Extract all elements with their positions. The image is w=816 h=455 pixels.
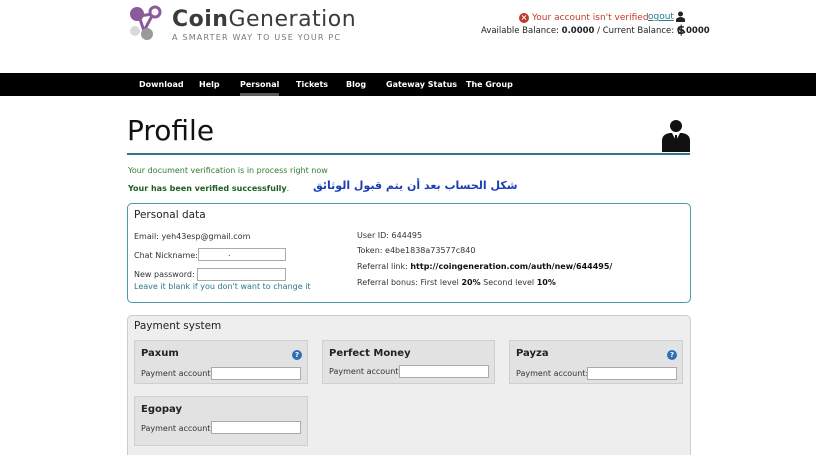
logo-mark-icon	[130, 5, 162, 40]
balance-summary: Available Balance: 0.0000 / Current Bala…	[481, 26, 710, 36]
available-balance: 0.0000	[561, 26, 595, 36]
token: Token: e4be1838a73577c840	[357, 246, 476, 255]
verification-process-message: Your document verification is in process…	[128, 166, 328, 175]
error-icon: ×	[519, 13, 529, 23]
dollar-icon[interactable]: $	[677, 23, 685, 37]
egopay-title: Egopay	[141, 404, 182, 415]
perfect-money-account-label: Payment account:	[329, 367, 402, 376]
perfect-money-title: Perfect Money	[329, 348, 411, 359]
referral-bonus: Referral bonus: First level 20% Second l…	[357, 278, 556, 287]
nav-the-group[interactable]: The Group	[466, 73, 513, 96]
perfect-money-box: Perfect Money Payment account:	[322, 340, 495, 384]
email-label: Email: yeh43esp@gmail.com	[134, 232, 251, 241]
brand-name: CoinGeneration	[172, 7, 357, 32]
email-value: yeh43esp@gmail.com	[161, 232, 251, 241]
title-divider	[127, 153, 690, 155]
password-hint: Leave it blank if you don't want to chan…	[134, 282, 311, 291]
paxum-account-input[interactable]	[211, 367, 301, 380]
logout-link[interactable]: ogout	[648, 12, 674, 22]
nav-help[interactable]: Help	[199, 73, 220, 96]
account-warning-text: Your account isn't verified	[532, 13, 649, 23]
payza-box: Payza ? Payment account:	[509, 340, 683, 384]
payza-title: Payza	[516, 348, 549, 359]
password-label: New password:	[134, 270, 195, 279]
annotation-note: شكل الحساب بعد أن يتم قبول الوثائق	[313, 179, 518, 192]
paxum-box: Paxum ? Payment account:	[134, 340, 308, 384]
paxum-account-label: Payment account:	[141, 369, 214, 378]
verified-message: Your has been verified successfully.	[128, 184, 290, 193]
paxum-title: Paxum	[141, 348, 179, 359]
nav-tickets[interactable]: Tickets	[296, 73, 328, 96]
account-warning: × Your account isn't verified	[519, 13, 649, 23]
main-nav: Download Help Personal Tickets Blog Gate…	[0, 73, 816, 96]
payza-account-label: Payment account:	[516, 369, 589, 378]
nav-download[interactable]: Download	[139, 73, 184, 96]
password-input[interactable]	[197, 268, 286, 281]
payment-system-panel: Payment system Paxum ? Payment account: …	[127, 315, 691, 455]
egopay-account-input[interactable]	[211, 421, 301, 434]
profile-icon	[662, 120, 690, 152]
payment-system-title: Payment system	[134, 320, 222, 332]
egopay-account-label: Payment account:	[141, 424, 214, 433]
help-icon[interactable]: ?	[667, 350, 677, 360]
help-icon[interactable]: ?	[292, 350, 302, 360]
payza-account-input[interactable]	[587, 367, 677, 380]
nav-blog[interactable]: Blog	[346, 73, 366, 96]
nickname-input[interactable]: .	[198, 248, 286, 261]
user-id: User ID: 644495	[357, 231, 423, 240]
nav-gateway-status[interactable]: Gateway Status	[386, 73, 457, 96]
user-icon[interactable]	[676, 11, 685, 22]
personal-data-panel: Personal data Email: yeh43esp@gmail.com …	[127, 203, 691, 303]
page-title: Profile	[127, 114, 215, 147]
nav-personal[interactable]: Personal	[240, 73, 280, 96]
referral-link[interactable]: Referral link: http://coingeneration.com…	[357, 262, 612, 271]
brand-tagline: A SMARTER WAY TO USE YOUR PC	[172, 33, 342, 42]
nickname-label: Chat Nickname:	[134, 251, 198, 260]
personal-data-title: Personal data	[134, 209, 206, 221]
perfect-money-account-input[interactable]	[399, 365, 489, 378]
logo[interactable]: CoinGeneration A SMARTER WAY TO USE YOUR…	[127, 4, 367, 48]
egopay-box: Egopay Payment account:	[134, 396, 308, 446]
